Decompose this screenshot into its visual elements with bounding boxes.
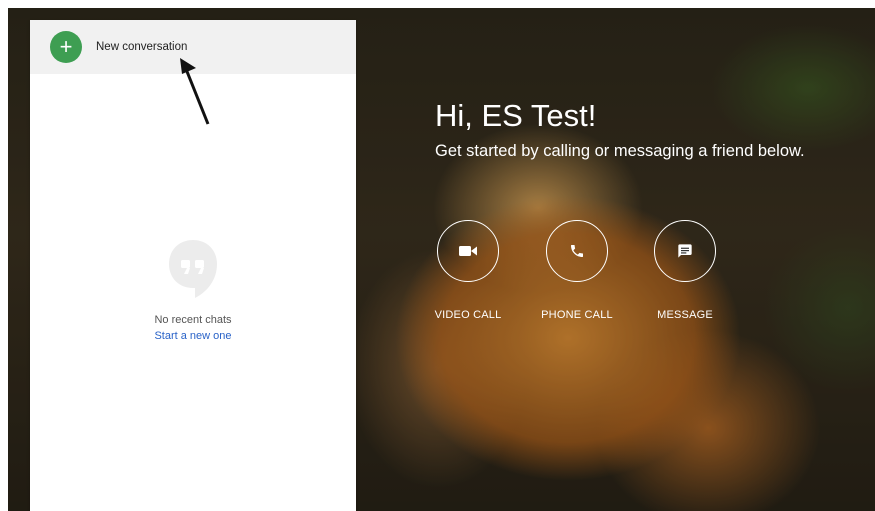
new-conversation-label: New conversation	[96, 41, 188, 53]
greeting-block: Hi, ES Test! Get started by calling or m…	[435, 96, 805, 161]
pointer-arrow-annotation	[180, 58, 210, 125]
message-action[interactable]: MESSAGE	[640, 220, 730, 321]
conversations-panel: + New conversation No recent chats Start…	[30, 20, 356, 511]
phone-icon	[571, 245, 583, 257]
video-call-action[interactable]: VIDEO CALL	[423, 220, 513, 321]
no-recent-chats-text: No recent chats	[154, 314, 232, 326]
plus-icon: +	[59, 34, 73, 59]
message-label: MESSAGE	[657, 309, 713, 321]
phone-call-button[interactable]	[546, 220, 608, 282]
phone-call-label: PHONE CALL	[541, 309, 613, 321]
video-call-label: VIDEO CALL	[434, 309, 502, 321]
phone-call-action[interactable]: PHONE CALL	[532, 220, 622, 321]
message-button[interactable]	[654, 220, 716, 282]
quote-bubble-icon	[169, 240, 217, 298]
start-new-chat-link[interactable]: Start a new one	[154, 330, 231, 342]
empty-chats-state: No recent chats Start a new one	[30, 238, 356, 344]
chat-message-icon	[678, 244, 692, 258]
video-camera-icon	[459, 246, 477, 256]
new-conversation-button[interactable]: +	[50, 31, 82, 63]
greeting-title: Hi, ES Test!	[435, 98, 597, 133]
greeting-subtitle: Get started by calling or messaging a fr…	[435, 142, 805, 160]
video-call-button[interactable]	[437, 220, 499, 282]
new-conversation-row[interactable]: + New conversation	[30, 20, 356, 125]
